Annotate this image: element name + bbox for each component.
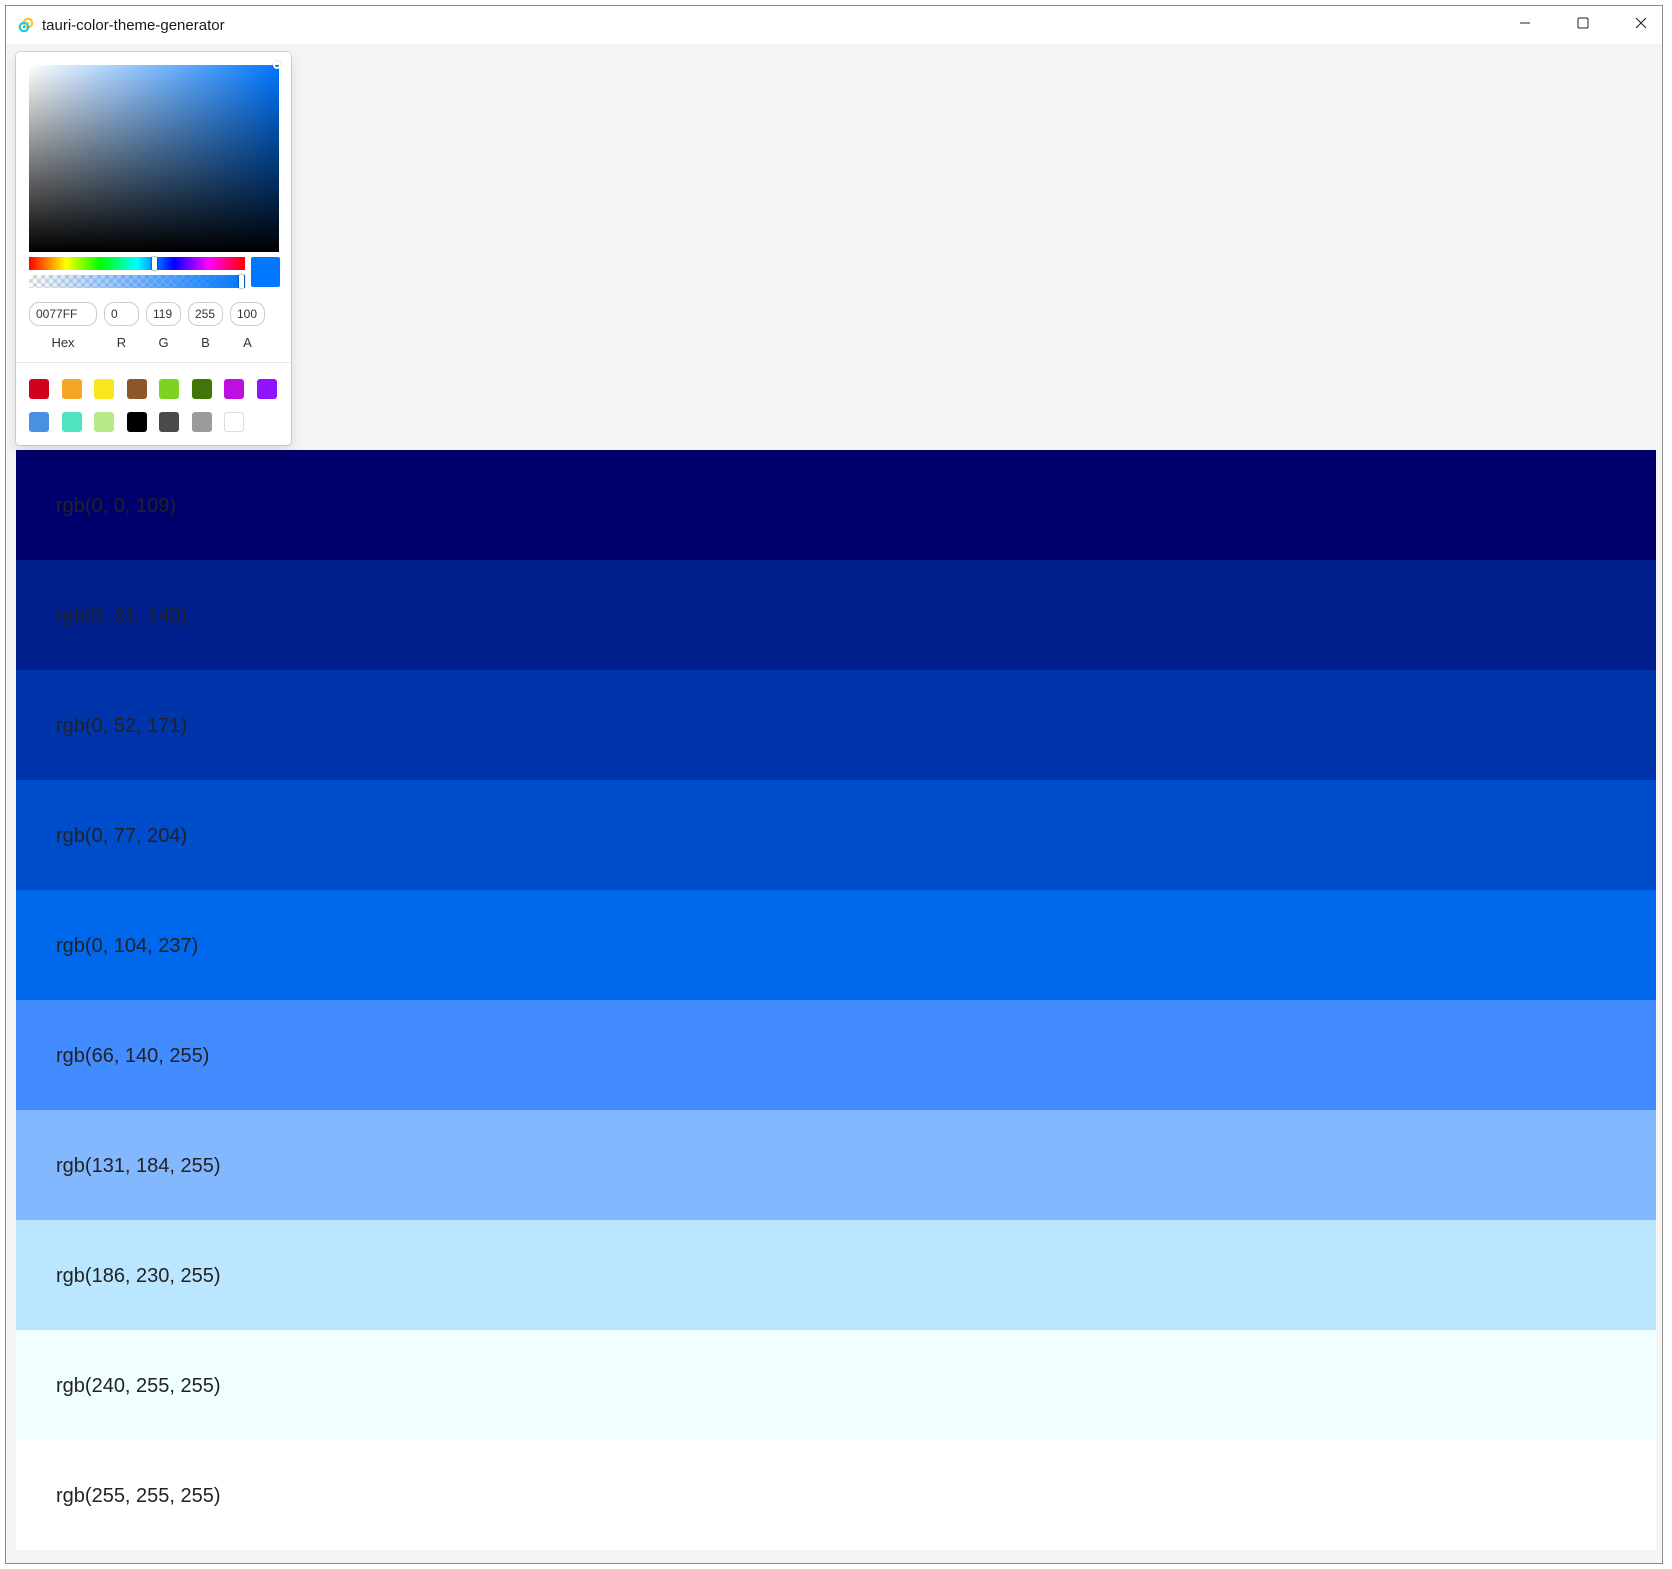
red-input[interactable]: 0 xyxy=(104,302,139,326)
shade-label: rgb(66, 140, 255) xyxy=(56,1045,210,1067)
shade-row[interactable]: rgb(186, 230, 255) xyxy=(16,1220,1656,1330)
picker-divider xyxy=(16,362,291,363)
preset-swatch[interactable] xyxy=(224,379,244,399)
preset-swatch[interactable] xyxy=(94,379,114,399)
saturation-area[interactable] xyxy=(29,61,281,252)
hue-slider[interactable] xyxy=(29,257,245,270)
minimize-icon xyxy=(1519,16,1531,34)
green-label: G xyxy=(158,335,169,350)
maximize-button[interactable] xyxy=(1554,6,1612,44)
app-window: tauri-color-theme-generator 0077FF 0 119… xyxy=(5,5,1663,1564)
preset-swatch[interactable] xyxy=(61,412,82,432)
shade-label: rgb(0, 104, 237) xyxy=(56,935,199,957)
shade-row[interactable]: rgb(66, 140, 255) xyxy=(16,1000,1656,1110)
shade-label: rgb(0, 77, 204) xyxy=(56,825,188,847)
blue-input[interactable]: 255 xyxy=(188,302,223,326)
preset-swatch[interactable] xyxy=(159,379,179,399)
alpha-label: A xyxy=(243,335,252,350)
shade-list: rgb(0, 0, 109) rgb(0, 31, 140) rgb(0, 52, … xyxy=(16,450,1656,1550)
green-input[interactable]: 119 xyxy=(146,302,181,326)
hex-label: Hex xyxy=(51,335,75,350)
preset-swatch[interactable] xyxy=(191,379,212,399)
minimize-button[interactable] xyxy=(1496,6,1554,44)
maximize-icon xyxy=(1577,16,1589,34)
preset-swatch[interactable] xyxy=(126,412,147,432)
preset-swatch[interactable] xyxy=(256,379,277,399)
window-title: tauri-color-theme-generator xyxy=(42,17,225,34)
hue-slider-handle[interactable] xyxy=(152,257,157,270)
preset-swatch[interactable] xyxy=(191,412,212,432)
preset-swatch[interactable] xyxy=(61,379,82,399)
color-picker: 0077FF 0 119 255 100 Hex R G B A xyxy=(16,52,291,445)
shade-row[interactable]: rgb(255, 255, 255) xyxy=(16,1440,1656,1550)
preset-swatch[interactable] xyxy=(94,412,114,432)
shade-label: rgb(186, 230, 255) xyxy=(56,1265,221,1287)
close-button[interactable] xyxy=(1612,6,1662,44)
shade-row[interactable]: rgb(0, 104, 237) xyxy=(16,890,1656,1000)
shade-row[interactable]: rgb(131, 184, 255) xyxy=(16,1110,1656,1220)
color-preview-swatch xyxy=(251,257,280,287)
shade-label: rgb(131, 184, 255) xyxy=(56,1155,221,1177)
shade-label: rgb(0, 31, 140) xyxy=(56,605,188,627)
alpha-slider-handle[interactable] xyxy=(239,275,244,288)
shade-label: rgb(0, 52, 171) xyxy=(56,715,188,737)
shade-label: rgb(0, 0, 109) xyxy=(56,495,177,517)
shade-row[interactable]: rgb(0, 77, 204) xyxy=(16,780,1656,890)
shade-label: rgb(255, 255, 255) xyxy=(56,1485,221,1507)
preset-swatch[interactable] xyxy=(224,412,244,432)
shade-row[interactable]: rgb(240, 255, 255) xyxy=(16,1330,1656,1440)
preset-swatch[interactable] xyxy=(29,412,49,432)
alpha-input[interactable]: 100 xyxy=(230,302,265,326)
blue-label: B xyxy=(201,335,210,350)
shade-label: rgb(240, 255, 255) xyxy=(56,1375,221,1397)
shade-row[interactable]: rgb(0, 31, 140) xyxy=(16,560,1656,670)
shade-row[interactable]: rgb(0, 0, 109) xyxy=(16,450,1656,560)
shade-row[interactable]: rgb(0, 52, 171) xyxy=(16,670,1656,780)
close-icon xyxy=(1635,16,1647,34)
saturation-cursor[interactable] xyxy=(273,61,281,69)
red-label: R xyxy=(116,335,127,350)
alpha-slider[interactable] xyxy=(29,275,245,288)
preset-swatch[interactable] xyxy=(126,379,147,399)
title-bar[interactable]: tauri-color-theme-generator xyxy=(6,6,1662,44)
app-content: 0077FF 0 119 255 100 Hex R G B A rgb(0, … xyxy=(16,44,1656,1554)
preset-swatch[interactable] xyxy=(159,412,179,432)
preset-swatch[interactable] xyxy=(29,379,49,399)
tauri-logo-icon xyxy=(17,16,35,34)
hex-input[interactable]: 0077FF xyxy=(29,302,97,326)
